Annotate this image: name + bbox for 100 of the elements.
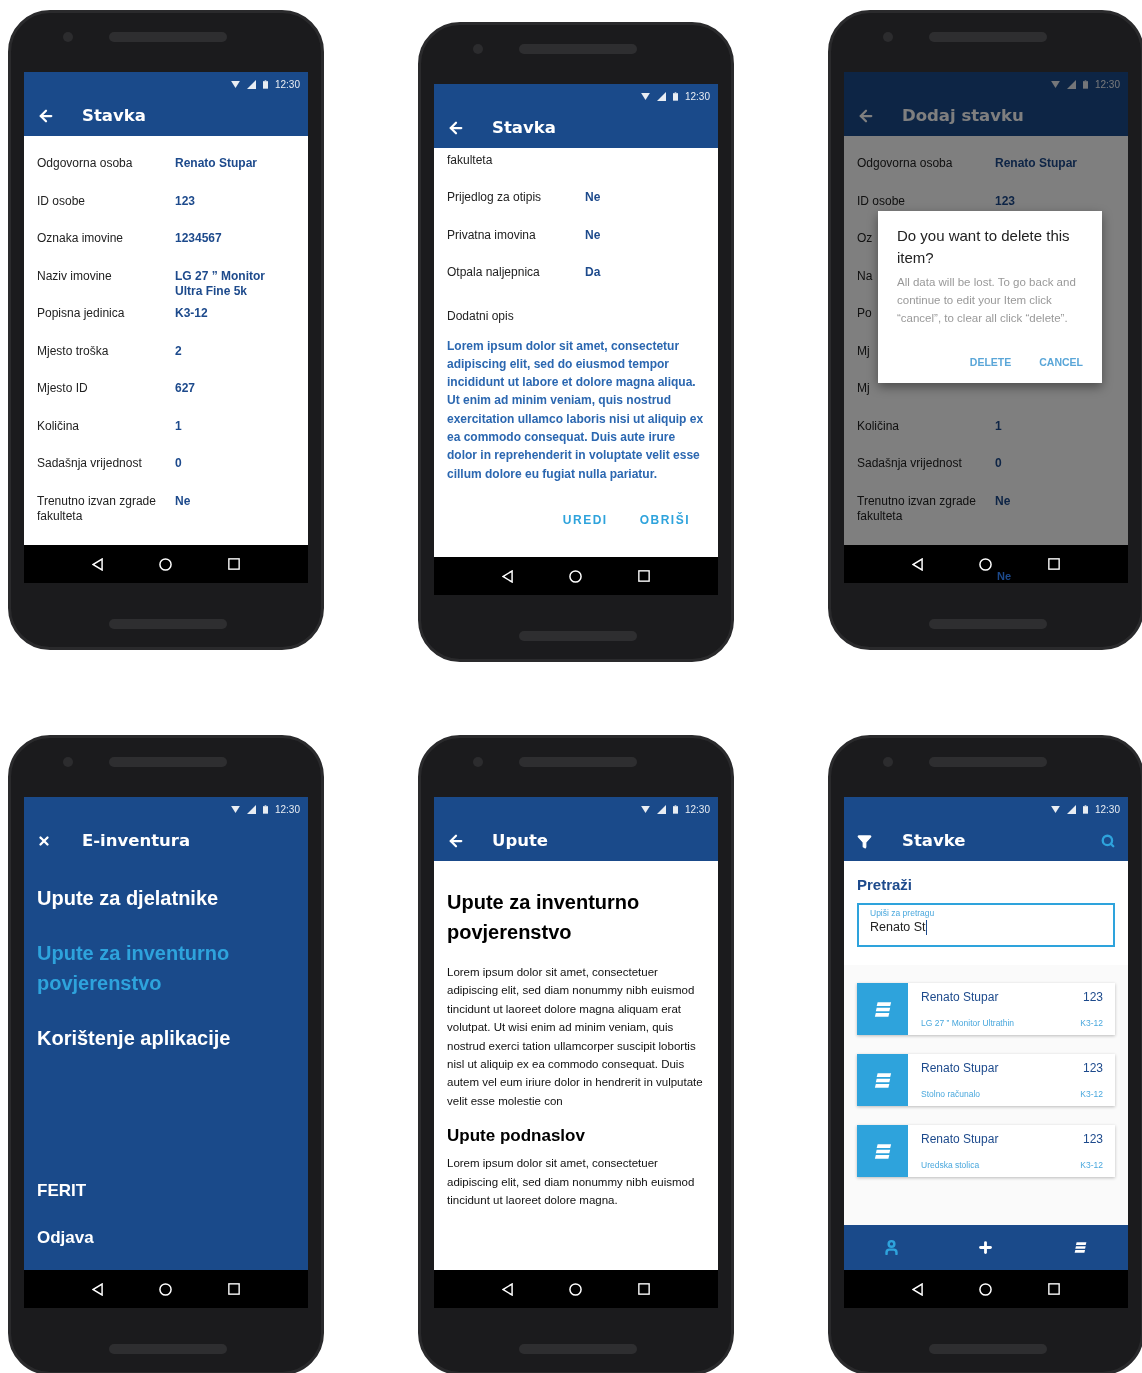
field-value: Renato Stupar (175, 156, 258, 171)
plus-icon (977, 1239, 995, 1256)
field-label: Količina (37, 418, 80, 433)
field-label: Popisna jedinica (37, 306, 125, 320)
menu-item[interactable]: Korištenje aplikacije (37, 1023, 295, 1053)
back-icon[interactable] (37, 107, 55, 125)
home-circle-icon[interactable] (159, 1282, 172, 1296)
field-label: fakulteta (447, 153, 493, 167)
app-bar-title: Stavka (492, 116, 557, 139)
battery-icon (1082, 79, 1088, 89)
card-title: Renato Stupar (921, 989, 999, 1005)
card-code: K3-12 (1080, 1160, 1103, 1171)
battery-icon (672, 91, 678, 101)
item-card[interactable]: Renato Stupar 123 LG 27 ” Monitor Ultrathin K3-12 (857, 983, 1115, 1035)
recents-square-icon[interactable] (638, 1283, 650, 1295)
field-label: Po (857, 306, 872, 320)
card-subtitle: Stolno računalo (921, 1089, 981, 1100)
card-subtitle: Uredska stolica (921, 1160, 980, 1171)
card-number: 123 (1082, 1131, 1103, 1147)
recents-square-icon[interactable] (1048, 1283, 1060, 1295)
app-bar-title: Stavka (82, 104, 147, 127)
field-value: Ne (585, 190, 602, 205)
home-circle-icon[interactable] (569, 569, 582, 583)
wifi-icon (1050, 805, 1060, 813)
card-subtitle: LG 27 ” Monitor Ultrathin (921, 1018, 1015, 1029)
field-value: 123 (995, 193, 1017, 209)
home-circle-icon[interactable] (159, 557, 172, 571)
field-label: Sadašnja vrijednost (37, 456, 142, 470)
field-label: Mjesto ID (37, 381, 88, 395)
home-circle-icon[interactable] (979, 1282, 992, 1296)
filter-icon[interactable] (857, 833, 872, 849)
back-triangle-icon[interactable] (92, 1282, 103, 1296)
back-triangle-icon[interactable] (92, 557, 103, 571)
article-subheading: Upute podnaslov (447, 1125, 586, 1148)
app-bar-title: Dodaj stavku (902, 104, 1025, 127)
recents-square-icon[interactable] (638, 570, 650, 582)
text-cursor (925, 920, 927, 935)
home-circle-icon[interactable] (979, 557, 992, 571)
description-text: Lorem ipsum dolor sit amet, consectetur adipiscing elit, sed do eiusmod tempor incididunt ut labore et dolore magna aliqua. Ut enim ad minim veniam, quis nostrud exercitation ullamco laboris nisi ut aliquip ex ea commodo consequat. Duis aute irure dolor in reprehenderit in voluptate velit esse cillum dolore eu fugiat nulla pariatur. (447, 337, 705, 483)
field-label: Otpala naljepnica (447, 265, 540, 279)
wifi-icon (230, 805, 240, 813)
status-time: 12:30 (274, 802, 300, 817)
battery-icon (1082, 804, 1088, 814)
field-value: Ne (995, 493, 1012, 509)
status-time: 12:30 (274, 77, 300, 92)
field-value: LG 27 ” Monitor Ultra Fine 5k (175, 268, 266, 299)
signal-icon (1066, 79, 1076, 89)
dialog-title: Do you want to delete this item? (897, 226, 1071, 268)
field-label: Odgovorna osoba (37, 156, 133, 170)
app-bar-title: E-inventura (82, 829, 192, 852)
list-icon (873, 1000, 892, 1018)
field-label: Mj (857, 381, 870, 395)
field-label: Mj (857, 343, 870, 358)
field-label: ID osobe (37, 193, 86, 208)
back-triangle-icon[interactable] (502, 569, 513, 583)
field-label: Količina (857, 418, 900, 433)
home-circle-icon[interactable] (569, 1282, 582, 1296)
field-label: Sadašnja vrijednost (857, 456, 962, 470)
field-value: Renato St (870, 919, 926, 936)
item-card[interactable]: Renato Stupar 123 Stolno računalo K3-12 (857, 1054, 1115, 1106)
search-icon[interactable] (1101, 834, 1115, 848)
list-icon (873, 1071, 892, 1089)
battery-icon (262, 79, 268, 89)
menu-footer-item[interactable]: FERIT (37, 1179, 295, 1203)
card-number: 123 (1082, 1060, 1103, 1076)
back-icon[interactable] (447, 832, 465, 850)
search-field[interactable]: Upiši za pretragu Renato St (857, 903, 1115, 947)
field-label: Privatna imovina (447, 227, 536, 242)
close-icon[interactable] (37, 834, 51, 848)
recents-square-icon[interactable] (228, 558, 240, 570)
back-icon[interactable] (857, 107, 875, 125)
back-triangle-icon[interactable] (502, 1282, 513, 1296)
recents-square-icon[interactable] (1048, 558, 1060, 570)
field-value: 2 (175, 343, 183, 359)
back-triangle-icon[interactable] (912, 557, 923, 571)
field-value: 0 (175, 456, 183, 471)
menu-footer-item[interactable]: Odjava (37, 1226, 295, 1250)
card-code: K3-12 (1080, 1089, 1103, 1100)
wifi-icon (230, 80, 240, 88)
field-label: Oz (857, 231, 873, 245)
back-icon[interactable] (447, 119, 465, 137)
field-value: K3-12 (175, 306, 209, 321)
wifi-icon (640, 92, 650, 100)
card-title: Renato Stupar (921, 1060, 999, 1076)
field-value: 1 (995, 418, 1003, 434)
recents-square-icon[interactable] (228, 1283, 240, 1295)
field-label: Mjesto troška (37, 343, 109, 358)
menu-item[interactable]: Upute za djelatnike (37, 883, 295, 913)
status-time: 12:30 (1094, 802, 1120, 817)
field-value: Ne (175, 493, 192, 509)
field-label: Odgovorna osoba (857, 156, 953, 170)
battery-icon (262, 804, 268, 814)
item-card[interactable]: Renato Stupar 123 Uredska stolica K3-12 (857, 1125, 1115, 1177)
status-time: 12:30 (1094, 77, 1120, 92)
battery-icon (672, 804, 678, 814)
field-value: 123 (175, 193, 197, 209)
field-label: ID osobe (857, 193, 906, 208)
status-time: 12:30 (684, 89, 710, 104)
dialog-message: All data will be lost. To go back and continue to edit your Item click “cancel”, to clear all click “delete”. (897, 275, 1077, 326)
back-triangle-icon[interactable] (912, 1282, 923, 1296)
